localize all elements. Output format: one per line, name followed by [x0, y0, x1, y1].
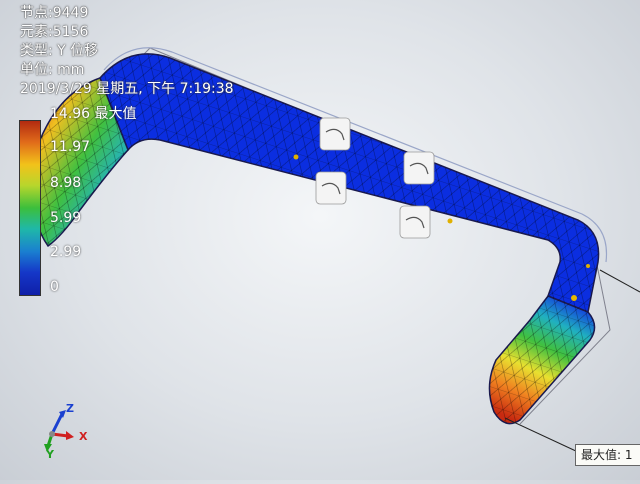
- max-value-callout[interactable]: 最大值: 1: [575, 444, 640, 466]
- axis-y-label: Y: [46, 448, 54, 461]
- legend-label: 2.99: [50, 244, 82, 260]
- result-info: 节点:9449 元素:5156 类型: Y 位移 单位: mm 2019/3/2…: [20, 4, 234, 99]
- element-count: 元素:5156: [20, 24, 89, 40]
- legend-label: 8.98: [50, 175, 82, 191]
- axis-x-label: X: [79, 430, 88, 443]
- timestamp: 2019/3/29 星期五, 下午 7:19:38: [20, 81, 234, 97]
- legend-label-max: 14.96 最大值: [50, 106, 137, 122]
- legend-label-min: 0: [50, 279, 59, 295]
- color-legend-bar: [19, 120, 41, 296]
- axis-triad[interactable]: Z X Y: [36, 400, 96, 462]
- result-unit: 单位: mm: [20, 62, 85, 78]
- result-type: 类型: Y 位移: [20, 43, 99, 59]
- legend-label: 11.97: [50, 139, 91, 155]
- axis-z-label: Z: [66, 402, 74, 415]
- node-count: 节点:9449: [20, 5, 89, 21]
- legend-label: 5.99: [50, 210, 82, 226]
